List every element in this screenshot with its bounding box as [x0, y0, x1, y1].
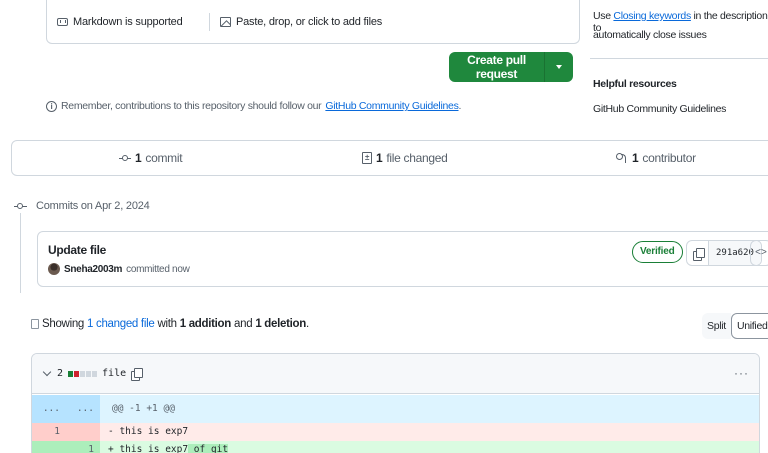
commits-stat[interactable]: 1 commit	[119, 151, 183, 165]
file-name-link[interactable]: file	[102, 368, 126, 379]
kebab-horizontal-icon[interactable]: ···	[734, 366, 749, 380]
diffstat-block	[92, 370, 98, 377]
author-avatar[interactable]	[48, 263, 60, 275]
create-pull-request-button[interactable]: Create pull request	[449, 52, 573, 82]
pr-stats-bar: 1 commit ± 1 file changed 1 contributor	[11, 140, 768, 176]
diff-deletion-row: 1 - this is exp7	[32, 423, 759, 441]
files-count: 1	[376, 151, 383, 165]
markdown-supported-label: Markdown is supported	[73, 16, 183, 28]
additions-count: 1 addition	[179, 318, 232, 330]
added-line-code: + this is exp7 of git	[100, 441, 229, 453]
browse-repository-button[interactable]: <>	[750, 240, 768, 266]
deleted-line-code: - this is exp7	[108, 426, 189, 437]
attach-files-label: Paste, drop, or click to add files	[236, 16, 383, 28]
diff-hunk-row: ... ... @@ -1 +1 @@	[32, 395, 759, 423]
diff-addition-row: 1 + this is exp7 of git	[32, 441, 759, 453]
old-line-number[interactable]: 1	[32, 423, 66, 441]
closing-keywords-line2: automatically close issues	[593, 29, 707, 41]
timeline-commit-icon	[14, 202, 27, 210]
unified-view-button[interactable]: Unified	[730, 313, 768, 339]
info-icon: i	[46, 100, 57, 112]
image-icon	[220, 17, 231, 27]
old-line-number-empty	[32, 441, 66, 453]
files-changed-stat[interactable]: ± 1 file changed	[362, 151, 448, 165]
comment-composer-footer: Markdown is supported Paste, drop, or cl…	[46, 0, 580, 44]
markdown-icon	[57, 18, 68, 26]
file-diff-header: 2 file ···	[32, 354, 759, 394]
composer-divider	[209, 13, 210, 31]
copy-icon	[692, 247, 705, 261]
split-view-button[interactable]: Split	[702, 313, 731, 339]
file-diff-icon: ±	[362, 152, 372, 164]
commit-author-link[interactable]: Sneha2003m	[64, 264, 122, 275]
create-pull-request-label[interactable]: Create pull request	[449, 53, 544, 81]
commit-action-text: committed now	[126, 263, 190, 275]
diff-summary-with: with	[157, 318, 177, 330]
contributors-count: 1	[632, 151, 639, 165]
attach-files-button[interactable]: Paste, drop, or click to add files	[220, 16, 382, 28]
added-line-highlight: of git	[188, 444, 229, 453]
diffstat-block	[80, 370, 86, 377]
files-label: file changed	[386, 151, 448, 165]
diffstat-block	[68, 370, 74, 377]
commits-count: 1	[135, 151, 142, 165]
diff-summary: Showing 1 changed file with 1 addition a…	[31, 318, 309, 330]
timeline-line	[20, 213, 21, 293]
guidelines-note-suffix: .	[458, 100, 462, 112]
contributors-stat[interactable]: 1 contributor	[616, 151, 696, 165]
commits-label: commit	[145, 151, 183, 165]
commit-title-link[interactable]: Update file	[48, 243, 106, 257]
new-line-number-empty	[66, 423, 100, 441]
closing-keywords-prefix: Use	[593, 10, 611, 22]
hunk-header: @@ -1 +1 @@	[112, 403, 175, 414]
markdown-supported-hint[interactable]: Markdown is supported	[57, 16, 183, 28]
diff-summary-suffix: .	[306, 318, 309, 330]
diffstat-block	[74, 370, 80, 377]
copy-path-icon[interactable]	[131, 368, 144, 381]
file-icon	[31, 319, 39, 329]
commit-list-item: Update file Sneha2003m committed now Ver…	[37, 231, 768, 287]
commit-meta: Sneha2003m committed now	[48, 263, 190, 275]
changed-files-link[interactable]: 1 changed file	[87, 318, 155, 330]
create-pr-options-dropdown[interactable]	[545, 65, 573, 69]
people-icon	[616, 153, 628, 163]
expand-line-number-new[interactable]: ...	[66, 395, 100, 423]
git-commit-icon	[119, 154, 131, 162]
diffstat-bar	[68, 370, 98, 377]
helpful-guidelines-link[interactable]: GitHub Community Guidelines	[593, 103, 726, 115]
expand-line-number-old[interactable]: ...	[32, 395, 66, 423]
closing-keywords-link[interactable]: Closing keywords	[613, 10, 691, 22]
verified-badge[interactable]: Verified	[632, 241, 683, 263]
guidelines-note-prefix: Remember, contributions to this reposito…	[61, 100, 322, 112]
community-guidelines-link[interactable]: GitHub Community Guidelines	[325, 100, 458, 112]
helpful-resources-heading: Helpful resources	[593, 78, 677, 90]
added-line-base: + this is exp7	[108, 444, 189, 453]
copy-sha-button[interactable]	[687, 241, 709, 265]
file-changes-count: 2	[57, 368, 64, 379]
diffstat-block	[86, 370, 92, 377]
contributors-label: contributor	[642, 151, 696, 165]
new-line-number[interactable]: 1	[66, 441, 100, 453]
diff-summary-and: and	[234, 318, 253, 330]
caret-down-icon	[556, 65, 562, 69]
diff-summary-prefix: Showing	[42, 318, 85, 330]
deletions-count: 1 deletion	[255, 318, 306, 330]
file-diff: 2 file ··· ... ... @@ -1 +1 @@ 1 - this …	[31, 353, 760, 453]
chevron-down-icon[interactable]	[42, 367, 52, 377]
guidelines-note: i Remember, contributions to this reposi…	[46, 100, 461, 112]
diff-view-toggle: Split Unified	[702, 313, 768, 339]
sidebar-divider	[590, 58, 768, 59]
commits-date-heading: Commits on Apr 2, 2024	[36, 200, 150, 212]
